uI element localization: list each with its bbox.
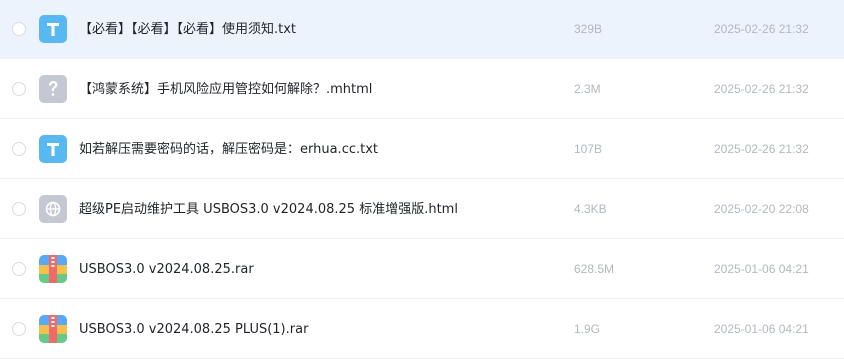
file-size: 2.3M <box>574 82 601 96</box>
file-size: 329B <box>574 22 603 36</box>
file-row[interactable]: 如若解压需要密码的话，解压密码是：erhua.cc.txt 107B 2025-… <box>0 120 844 179</box>
file-date: 2025-02-26 21:32 <box>714 22 809 36</box>
file-name[interactable]: 超级PE启动维护工具 USBOS3.0 v2024.08.25 标准增强版.ht… <box>79 180 458 239</box>
txt-file-icon <box>39 15 67 43</box>
file-size: 107B <box>574 142 603 156</box>
row-checkbox[interactable] <box>12 142 26 156</box>
file-name[interactable]: USBOS3.0 v2024.08.25.rar <box>79 240 254 299</box>
file-date: 2025-02-26 21:32 <box>714 82 809 96</box>
file-row[interactable]: USBOS3.0 v2024.08.25.rar 628.5M 2025-01-… <box>0 240 844 299</box>
row-checkbox[interactable] <box>12 22 26 36</box>
file-date: 2025-02-20 22:08 <box>714 202 809 216</box>
file-list: 【必看】【必看】【必看】使用须知.txt 329B 2025-02-26 21:… <box>0 0 844 360</box>
file-row[interactable]: 超级PE启动维护工具 USBOS3.0 v2024.08.25 标准增强版.ht… <box>0 180 844 239</box>
file-name[interactable]: 【鸿蒙系统】手机风险应用管控如何解除？.mhtml <box>79 60 372 119</box>
file-date: 2025-01-06 04:21 <box>714 322 809 336</box>
archive-file-icon <box>39 255 67 283</box>
file-row[interactable]: USBOS3.0 v2024.08.25 PLUS(1).rar 1.9G 20… <box>0 300 844 359</box>
file-size: 628.5M <box>574 262 615 276</box>
row-checkbox[interactable] <box>12 322 26 336</box>
file-name[interactable]: USBOS3.0 v2024.08.25 PLUS(1).rar <box>79 300 308 359</box>
archive-file-icon <box>39 315 67 343</box>
file-name[interactable]: 如若解压需要密码的话，解压密码是：erhua.cc.txt <box>79 120 378 179</box>
file-date: 2025-01-06 04:21 <box>714 262 809 276</box>
file-size: 1.9G <box>574 322 601 336</box>
file-size: 4.3KB <box>574 202 607 216</box>
file-row[interactable]: 【鸿蒙系统】手机风险应用管控如何解除？.mhtml 2.3M 2025-02-2… <box>0 60 844 119</box>
file-date: 2025-02-26 21:32 <box>714 142 809 156</box>
web-file-icon <box>39 195 67 223</box>
row-checkbox[interactable] <box>12 82 26 96</box>
file-row[interactable]: 【必看】【必看】【必看】使用须知.txt 329B 2025-02-26 21:… <box>0 0 844 59</box>
txt-file-icon <box>39 135 67 163</box>
unknown-file-icon <box>39 75 67 103</box>
row-checkbox[interactable] <box>12 202 26 216</box>
file-name[interactable]: 【必看】【必看】【必看】使用须知.txt <box>79 0 296 59</box>
row-checkbox[interactable] <box>12 262 26 276</box>
